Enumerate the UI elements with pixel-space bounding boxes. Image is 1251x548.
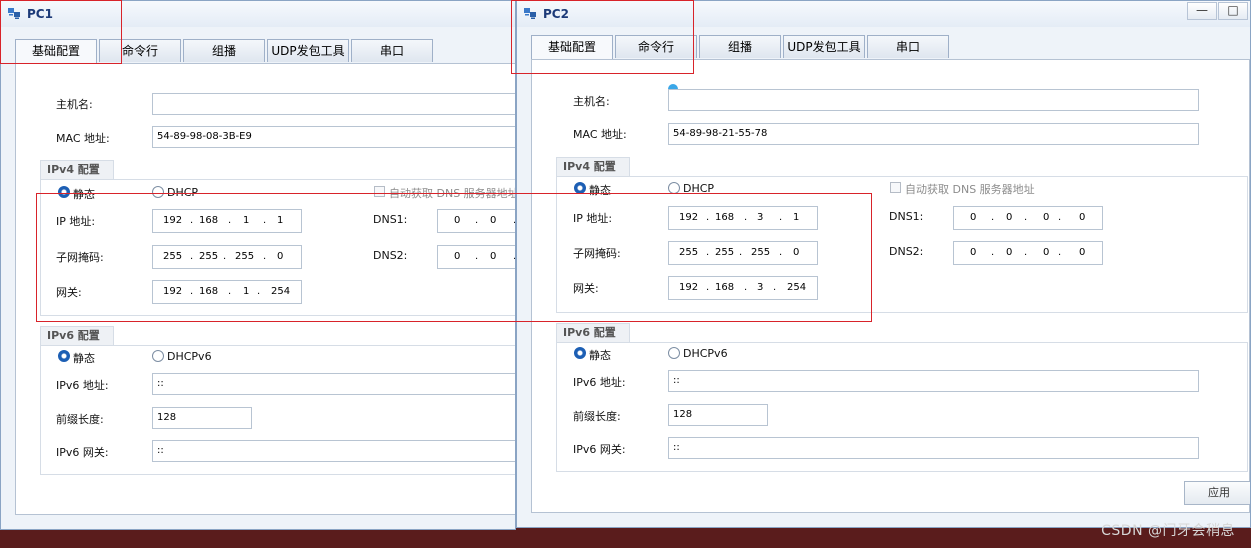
dns1-octet-4: 0 bbox=[1079, 212, 1086, 223]
ipv6-addr-label: IPv6 地址: bbox=[56, 379, 109, 392]
auto-dns-checkbox[interactable] bbox=[890, 182, 901, 193]
minimize-button[interactable]: — bbox=[1187, 2, 1217, 20]
ipv6-address-input[interactable]: :: bbox=[668, 370, 1199, 392]
annotation-box-pc1-tab bbox=[0, 0, 122, 64]
dns2-input[interactable]: 0 . 0 . 0 . 0 bbox=[953, 241, 1103, 265]
ipv6-gateway-input[interactable]: :: bbox=[152, 440, 515, 462]
ipv6-static-radio[interactable] bbox=[58, 350, 70, 362]
prefix-label: 前缀长度: bbox=[573, 410, 621, 423]
dns2-octet-3: 0 bbox=[1043, 247, 1050, 258]
auto-dns-label: 自动获取 DNS 服务器地址 bbox=[905, 183, 1035, 196]
dot: . bbox=[991, 212, 995, 223]
dns2-label: DNS2: bbox=[889, 245, 924, 258]
tab-serial[interactable]: 串口 bbox=[351, 39, 433, 62]
tab-multicast[interactable]: 组播 bbox=[699, 35, 781, 58]
ipv6-group-header: IPv6 配置 bbox=[40, 326, 114, 346]
annotation-box-ipv4 bbox=[36, 193, 872, 322]
ipv6-static-label: 静态 bbox=[589, 349, 611, 362]
ipv6-gateway-label: IPv6 网关: bbox=[56, 446, 109, 459]
mac-label: MAC 地址: bbox=[573, 128, 627, 141]
dot: . bbox=[991, 247, 995, 258]
mac-field: 54-89-98-21-55-78 bbox=[668, 123, 1199, 145]
prefix-length-input[interactable]: 128 bbox=[668, 404, 768, 426]
ipv4-group-header: IPv4 配置 bbox=[40, 160, 114, 180]
hostname-label: 主机名: bbox=[573, 95, 610, 108]
mac-label: MAC 地址: bbox=[56, 132, 110, 145]
ipv6-group-header: IPv6 配置 bbox=[556, 323, 630, 343]
ipv6-static-radio[interactable] bbox=[574, 347, 586, 359]
dns2-octet-2: 0 bbox=[1006, 247, 1013, 258]
ipv6-gateway-label: IPv6 网关: bbox=[573, 443, 626, 456]
prefix-length-input[interactable]: 128 bbox=[152, 407, 252, 429]
hostname-input[interactable] bbox=[668, 89, 1199, 111]
ipv6-static-label: 静态 bbox=[73, 352, 95, 365]
tab-serial[interactable]: 串口 bbox=[867, 35, 949, 58]
dns1-octet-2: 0 bbox=[1006, 212, 1013, 223]
annotation-box-pc2-tab bbox=[511, 0, 694, 74]
dot: . bbox=[1024, 247, 1028, 258]
tab-multicast[interactable]: 组播 bbox=[183, 39, 265, 62]
ipv6-dhcp-label: DHCPv6 bbox=[167, 350, 212, 363]
ipv6-dhcp-radio[interactable] bbox=[668, 347, 680, 359]
dot: . bbox=[1058, 247, 1062, 258]
ipv6-dhcp-radio[interactable] bbox=[152, 350, 164, 362]
ipv4-group-header: IPv4 配置 bbox=[556, 157, 630, 177]
watermark: CSDN @门牙会稍息 bbox=[1101, 523, 1235, 539]
ipv6-dhcp-label: DHCPv6 bbox=[683, 347, 728, 360]
dns2-octet-1: 0 bbox=[970, 247, 977, 258]
dot: . bbox=[1058, 212, 1062, 223]
ipv6-address-input[interactable]: :: bbox=[152, 373, 515, 395]
ipv6-gateway-input[interactable]: :: bbox=[668, 437, 1199, 459]
loading-indicator bbox=[668, 84, 678, 89]
maximize-button[interactable]: □ bbox=[1218, 2, 1248, 20]
tab-udp-tool[interactable]: UDP发包工具 bbox=[267, 39, 349, 62]
dns1-octet-1: 0 bbox=[970, 212, 977, 223]
hostname-input[interactable] bbox=[152, 93, 515, 115]
dns2-octet-4: 0 bbox=[1079, 247, 1086, 258]
tab-udp-tool[interactable]: UDP发包工具 bbox=[783, 35, 865, 58]
dot: . bbox=[1024, 212, 1028, 223]
dns1-octet-3: 0 bbox=[1043, 212, 1050, 223]
hostname-label: 主机名: bbox=[56, 98, 93, 111]
mac-field: 54-89-98-08-3B-E9 bbox=[152, 126, 515, 148]
dns1-label: DNS1: bbox=[889, 210, 924, 223]
ipv6-addr-label: IPv6 地址: bbox=[573, 376, 626, 389]
prefix-label: 前缀长度: bbox=[56, 413, 104, 426]
dns1-input[interactable]: 0 . 0 . 0 . 0 bbox=[953, 206, 1103, 230]
apply-button[interactable]: 应用 bbox=[1184, 481, 1250, 505]
